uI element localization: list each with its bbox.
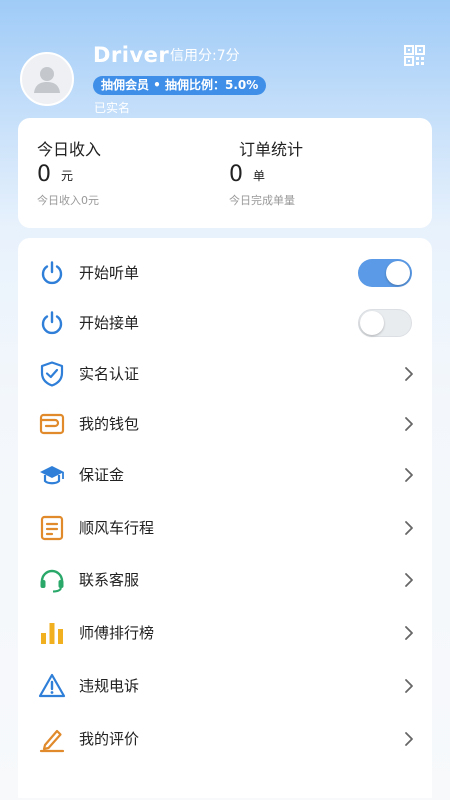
edit-icon bbox=[39, 729, 65, 753]
menu-item-label: 违规电诉 bbox=[79, 677, 140, 695]
start-accepting-toggle[interactable] bbox=[358, 309, 412, 337]
chevron-right-icon bbox=[405, 367, 413, 381]
toggle-knob bbox=[386, 261, 410, 285]
menu-item-start-listening[interactable]: 开始听单 bbox=[18, 247, 432, 297]
toggle-knob bbox=[360, 311, 384, 335]
menu-item-label: 师傅排行榜 bbox=[79, 624, 155, 642]
user-silhouette-icon bbox=[34, 67, 60, 93]
chevron-right-icon bbox=[405, 626, 413, 640]
warning-icon bbox=[38, 673, 66, 698]
orders-value: 0 bbox=[229, 162, 243, 187]
income-title: 今日收入 bbox=[37, 140, 102, 159]
menu-item-carpool-trips[interactable]: 顺风车行程 bbox=[18, 502, 432, 552]
credit-score: 信用分:7分 bbox=[170, 48, 240, 64]
menu-item-label: 我的钱包 bbox=[79, 415, 140, 433]
menu-item-label: 联系客服 bbox=[79, 571, 140, 589]
qr-code-icon[interactable] bbox=[404, 45, 425, 66]
stats-card: 今日收入 0元 今日收入0元 订单统计 0单 今日完成单量 bbox=[18, 118, 432, 228]
chevron-right-icon bbox=[405, 732, 413, 746]
power-icon bbox=[41, 311, 63, 335]
chevron-right-icon bbox=[405, 521, 413, 535]
menu-item-label: 保证金 bbox=[79, 466, 125, 484]
chevron-right-icon bbox=[405, 417, 413, 431]
menu-item-verification[interactable]: 实名认证 bbox=[18, 348, 432, 398]
orders-value-row: 0单 bbox=[229, 162, 265, 187]
headset-icon bbox=[40, 569, 64, 593]
commission-badge: 抽佣会员 • 抽佣比例：5.0% bbox=[93, 76, 267, 95]
bar-chart-icon bbox=[41, 623, 63, 644]
document-icon bbox=[40, 515, 64, 541]
menu-item-customer-service[interactable]: 联系客服 bbox=[18, 554, 432, 604]
orders-subtext: 今日完成单量 bbox=[229, 194, 295, 207]
menu-item-wallet[interactable]: 我的钱包 bbox=[18, 398, 432, 448]
start-listening-toggle[interactable] bbox=[358, 259, 412, 287]
menu-item-label: 实名认证 bbox=[79, 365, 140, 383]
menu-item-label: 开始听单 bbox=[79, 264, 140, 282]
power-icon bbox=[41, 261, 63, 285]
verified-status: 已实名 bbox=[94, 101, 131, 115]
chevron-right-icon bbox=[405, 468, 413, 482]
menu-item-deposit[interactable]: 保证金 bbox=[18, 449, 432, 499]
menu-item-violation-appeal[interactable]: 违规电诉 bbox=[18, 660, 432, 710]
avatar[interactable] bbox=[20, 52, 74, 106]
income-subtext: 今日收入0元 bbox=[37, 194, 99, 207]
profile-header: Driver 信用分:7分 抽佣会员 • 抽佣比例：5.0% 已实名 bbox=[0, 0, 450, 118]
chevron-right-icon bbox=[405, 679, 413, 693]
orders-title: 订单统计 bbox=[239, 140, 304, 159]
shield-check-icon bbox=[40, 361, 64, 387]
driver-name: Driver bbox=[93, 43, 170, 67]
menu-item-label: 我的评价 bbox=[79, 730, 140, 748]
orders-unit: 单 bbox=[253, 168, 266, 183]
menu-item-label: 顺风车行程 bbox=[79, 519, 155, 537]
graduation-cap-icon bbox=[40, 466, 64, 485]
income-unit: 元 bbox=[61, 168, 74, 183]
wallet-icon bbox=[39, 413, 65, 435]
menu-item-start-accepting[interactable]: 开始接单 bbox=[18, 297, 432, 347]
menu-item-my-reviews[interactable]: 我的评价 bbox=[18, 713, 432, 763]
menu-item-leaderboard[interactable]: 师傅排行榜 bbox=[18, 607, 432, 657]
income-value-row: 0元 bbox=[37, 162, 73, 187]
menu-item-label: 开始接单 bbox=[79, 314, 140, 332]
menu-card: 开始听单 开始接单 实名认证 我的钱包 保证金 顺风车行程 联系客服 师傅排行榜… bbox=[18, 238, 432, 798]
income-value: 0 bbox=[37, 162, 51, 187]
chevron-right-icon bbox=[405, 573, 413, 587]
